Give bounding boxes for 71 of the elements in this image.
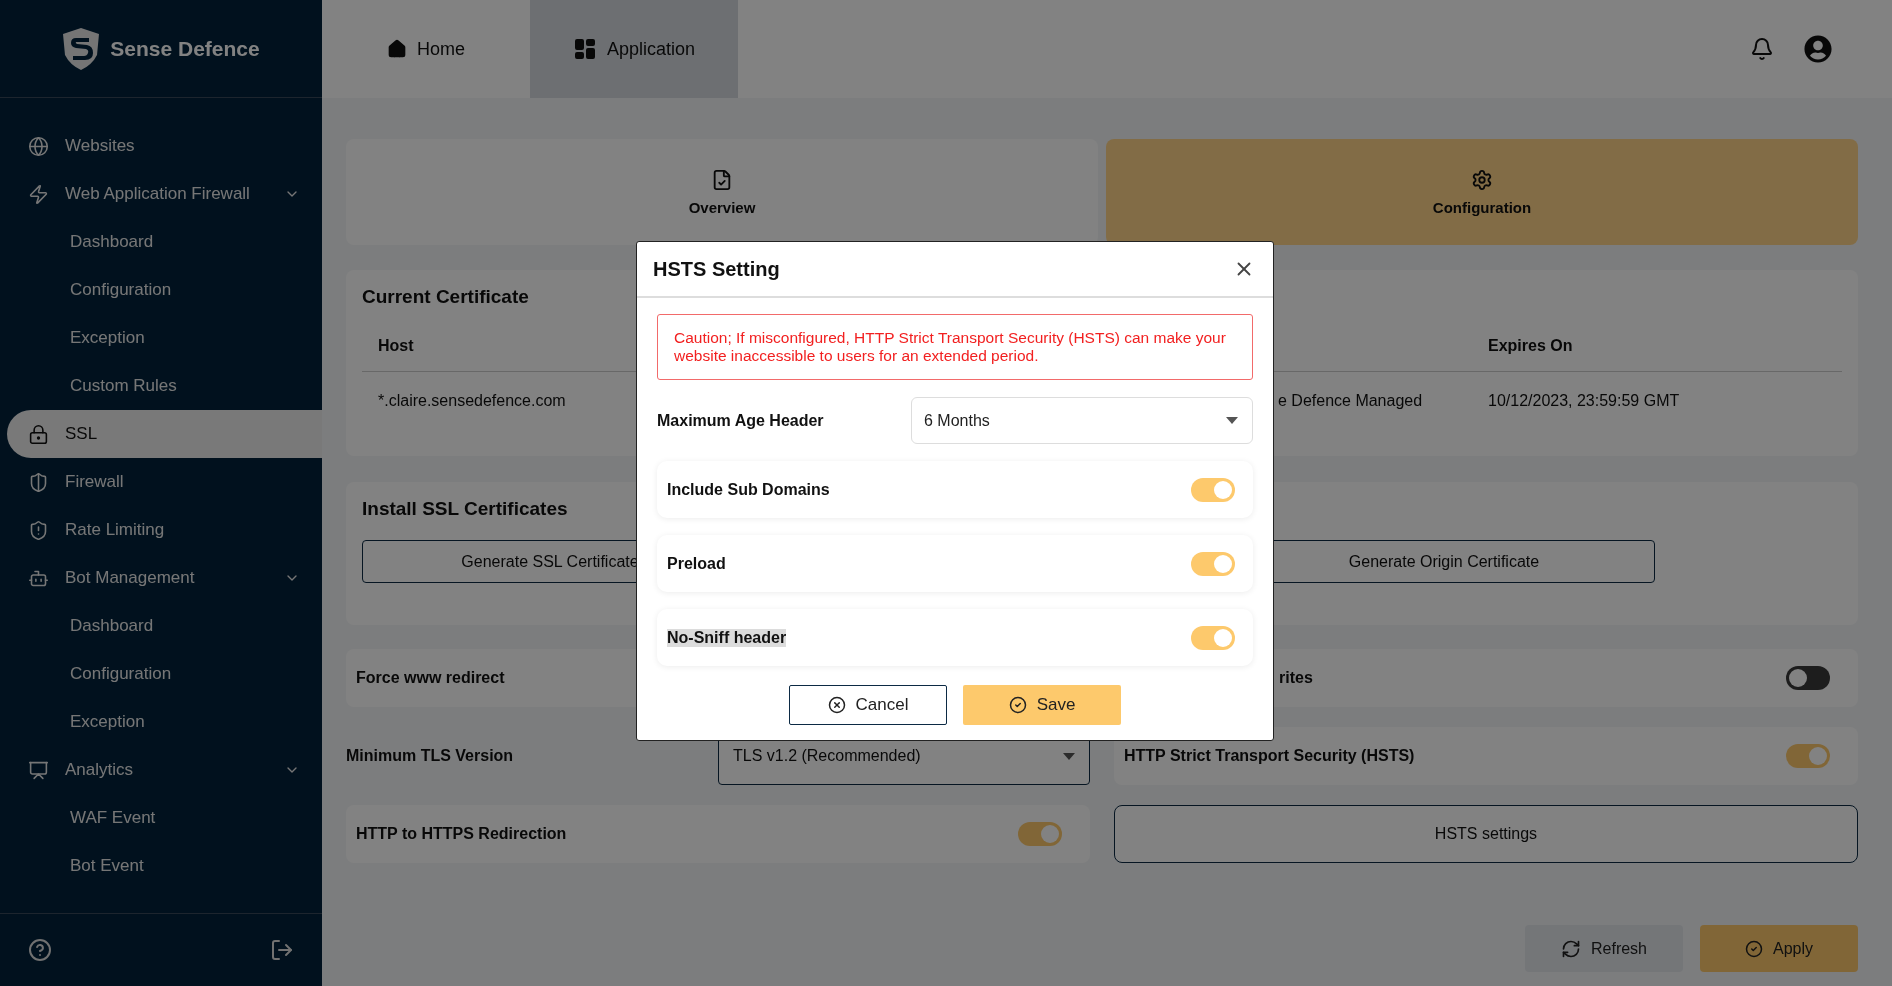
check-circle-icon — [1745, 939, 1763, 958]
toggle-switch[interactable] — [1786, 744, 1830, 768]
sidebar-subitem[interactable]: Dashboard — [7, 602, 322, 650]
setting-label: Maximum Age Header — [657, 411, 824, 430]
shield-alert-icon — [28, 519, 49, 541]
setting-label: Include Sub Domains — [667, 480, 830, 499]
sidebar-subitem[interactable]: Bot Event — [7, 842, 322, 890]
help-icon[interactable] — [28, 938, 52, 962]
document-check-icon — [711, 168, 733, 191]
settings-icon — [1471, 168, 1493, 191]
shield-icon — [28, 471, 49, 493]
caret-icon — [1226, 417, 1238, 424]
setting-label: HTTP Strict Transport Security (HSTS) — [1124, 747, 1415, 765]
column-header: Host — [378, 336, 414, 355]
sidebar-item[interactable]: Firewall — [7, 458, 322, 506]
nav-tab[interactable]: Application — [530, 0, 738, 98]
user-avatar-icon[interactable] — [1804, 35, 1832, 63]
hsts-settings-button[interactable]: HSTS settings — [1114, 805, 1858, 863]
apply-button[interactable]: Apply — [1700, 925, 1858, 972]
max-age-select[interactable]: 6 Months — [911, 397, 1253, 444]
refresh-button[interactable]: Refresh — [1525, 925, 1683, 972]
caret-icon — [1063, 752, 1075, 760]
lock-icon — [28, 423, 49, 445]
home-icon — [387, 39, 407, 59]
sidebar-item[interactable]: Rate Limiting — [7, 506, 322, 554]
column-header: Expires On — [1488, 336, 1573, 355]
section-tab[interactable]: Overview — [346, 139, 1098, 245]
check-circle-icon — [1008, 696, 1027, 714]
toggle-switch[interactable] — [1786, 666, 1830, 690]
sidebar-subitem[interactable]: Exception — [7, 698, 322, 746]
sidebar-item[interactable]: SSL — [7, 410, 322, 458]
setting-label: HTTP to HTTPS Redirection — [356, 825, 567, 843]
sidebar-item[interactable]: Analytics — [7, 746, 322, 794]
section-title: Install SSL Certificates — [362, 498, 569, 520]
sidebar-subitem[interactable]: Configuration — [7, 266, 322, 314]
sidebar-item[interactable]: Websites — [7, 122, 322, 170]
toggle-switch[interactable] — [1191, 625, 1235, 650]
setting-label: rites — [1279, 669, 1313, 687]
setting-label: Preload — [667, 554, 726, 573]
grid-icon — [572, 37, 597, 61]
cancel-button[interactable]: Cancel — [789, 685, 947, 725]
sidebar-item[interactable]: Bot Management — [7, 554, 322, 602]
setting-label: Force www redirect — [356, 669, 505, 687]
refresh-icon — [1561, 938, 1581, 959]
sidebar-subitem[interactable]: WAF Event — [7, 794, 322, 842]
setting-label: No-Sniff header — [667, 628, 787, 647]
table-cell: *.claire.sensedefence.com — [378, 392, 566, 410]
close-circle-icon — [827, 696, 846, 714]
sidebar-subitem[interactable]: Custom Rules — [7, 362, 322, 410]
section-title: Current Certificate — [362, 286, 530, 308]
presentation-icon — [28, 759, 49, 781]
logout-icon[interactable] — [270, 938, 294, 962]
brand-name: Sense Defence — [110, 36, 260, 61]
globe-icon — [28, 135, 49, 157]
table-cell: e Defence Managed — [1278, 392, 1423, 410]
bell-icon[interactable] — [1750, 37, 1774, 61]
table-cell: 10/12/2023, 23:59:59 GMT — [1488, 392, 1680, 410]
toggle-switch[interactable] — [1191, 477, 1235, 502]
section-tab[interactable]: Configuration — [1106, 139, 1858, 245]
sidebar-item[interactable]: Web Application Firewall — [7, 170, 322, 218]
setting-label: Minimum TLS Version — [346, 747, 514, 765]
dialog-title: HSTS Setting — [653, 257, 780, 281]
lightning-icon — [28, 183, 49, 205]
save-button[interactable]: Save — [963, 685, 1121, 725]
toggle-switch[interactable] — [1018, 822, 1062, 846]
caution-message: Caution; If misconfigured, HTTP Strict Transport Security (HSTS) can make your website inaccessible to users for an extended period. — [657, 314, 1253, 380]
sidebar-subitem[interactable]: Dashboard — [7, 218, 322, 266]
toggle-switch[interactable] — [1191, 551, 1235, 576]
logo-icon — [62, 26, 101, 71]
sidebar-subitem[interactable]: Configuration — [7, 650, 322, 698]
sidebar-subitem[interactable]: Exception — [7, 314, 322, 362]
